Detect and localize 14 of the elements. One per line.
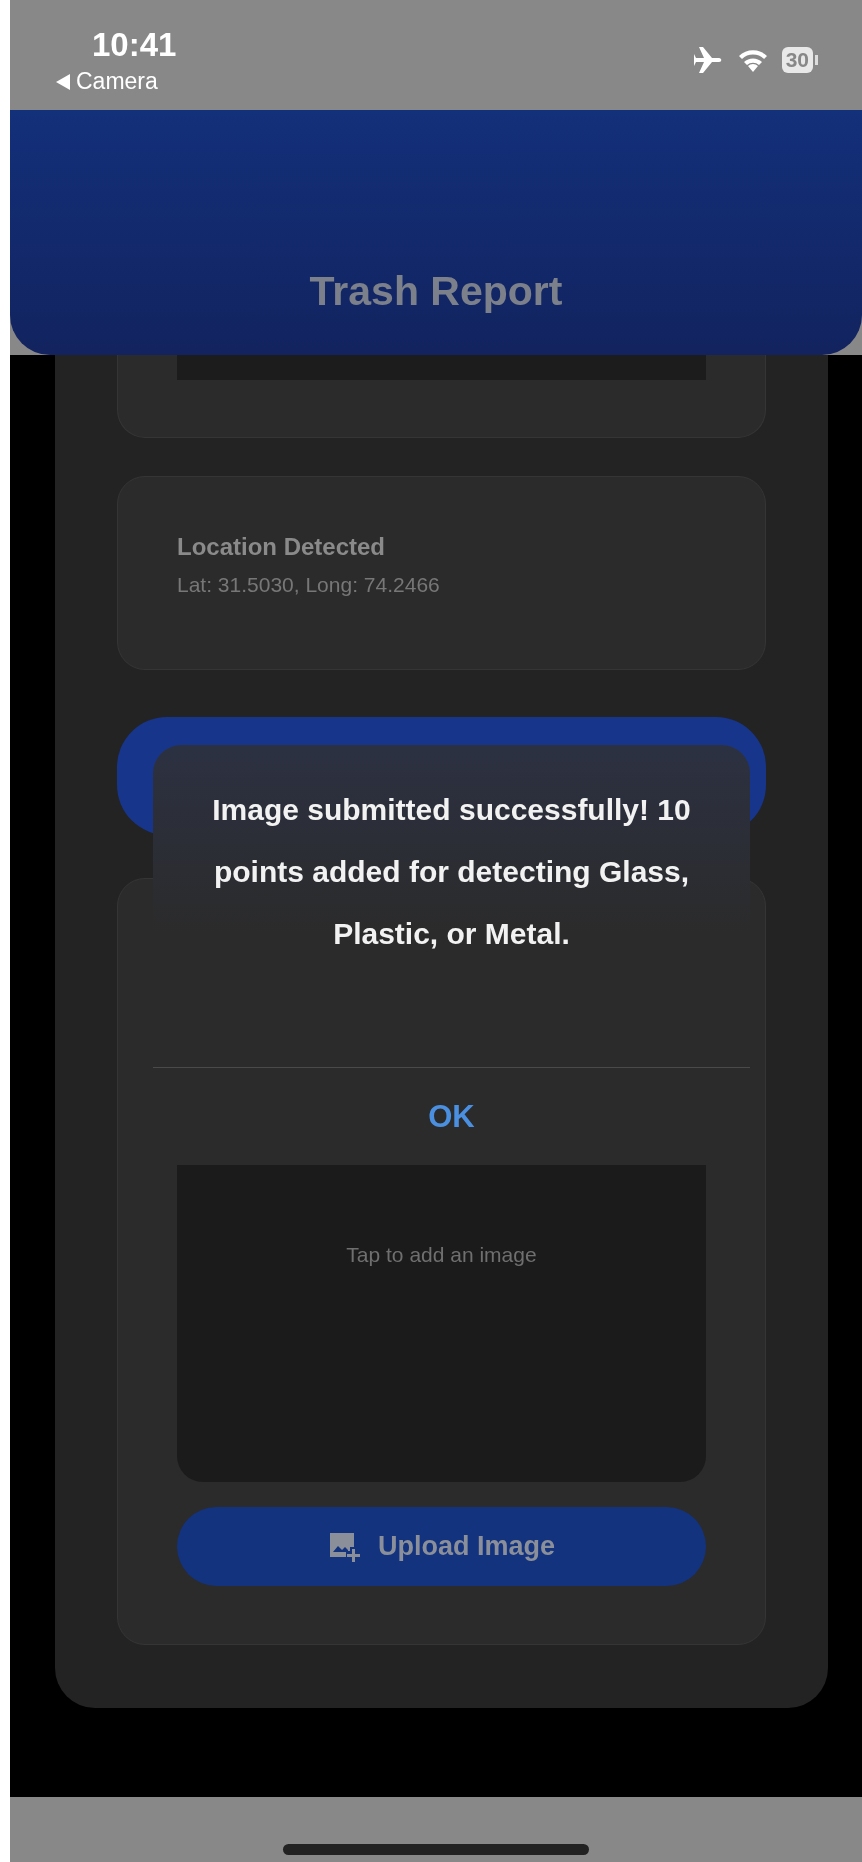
wifi-icon xyxy=(737,48,768,72)
ok-button[interactable]: OK xyxy=(153,1067,750,1165)
airplane-icon xyxy=(693,46,724,74)
back-link[interactable]: Camera xyxy=(56,68,177,95)
location-coordinates: Lat: 31.5030, Long: 74.2466 xyxy=(177,573,441,597)
upload-image-button[interactable]: Upload Image xyxy=(177,1507,706,1586)
back-triangle-icon xyxy=(56,73,70,90)
add-photo-icon xyxy=(328,1530,360,1563)
location-title: Location Detected xyxy=(177,533,387,561)
clock-time: 10:41 xyxy=(92,26,177,64)
header-title: Trash Report xyxy=(309,268,563,315)
picker-placeholder: Tap to add an image xyxy=(346,1243,537,1268)
battery-level: 30 xyxy=(781,47,813,73)
home-indicator[interactable] xyxy=(283,1844,589,1855)
